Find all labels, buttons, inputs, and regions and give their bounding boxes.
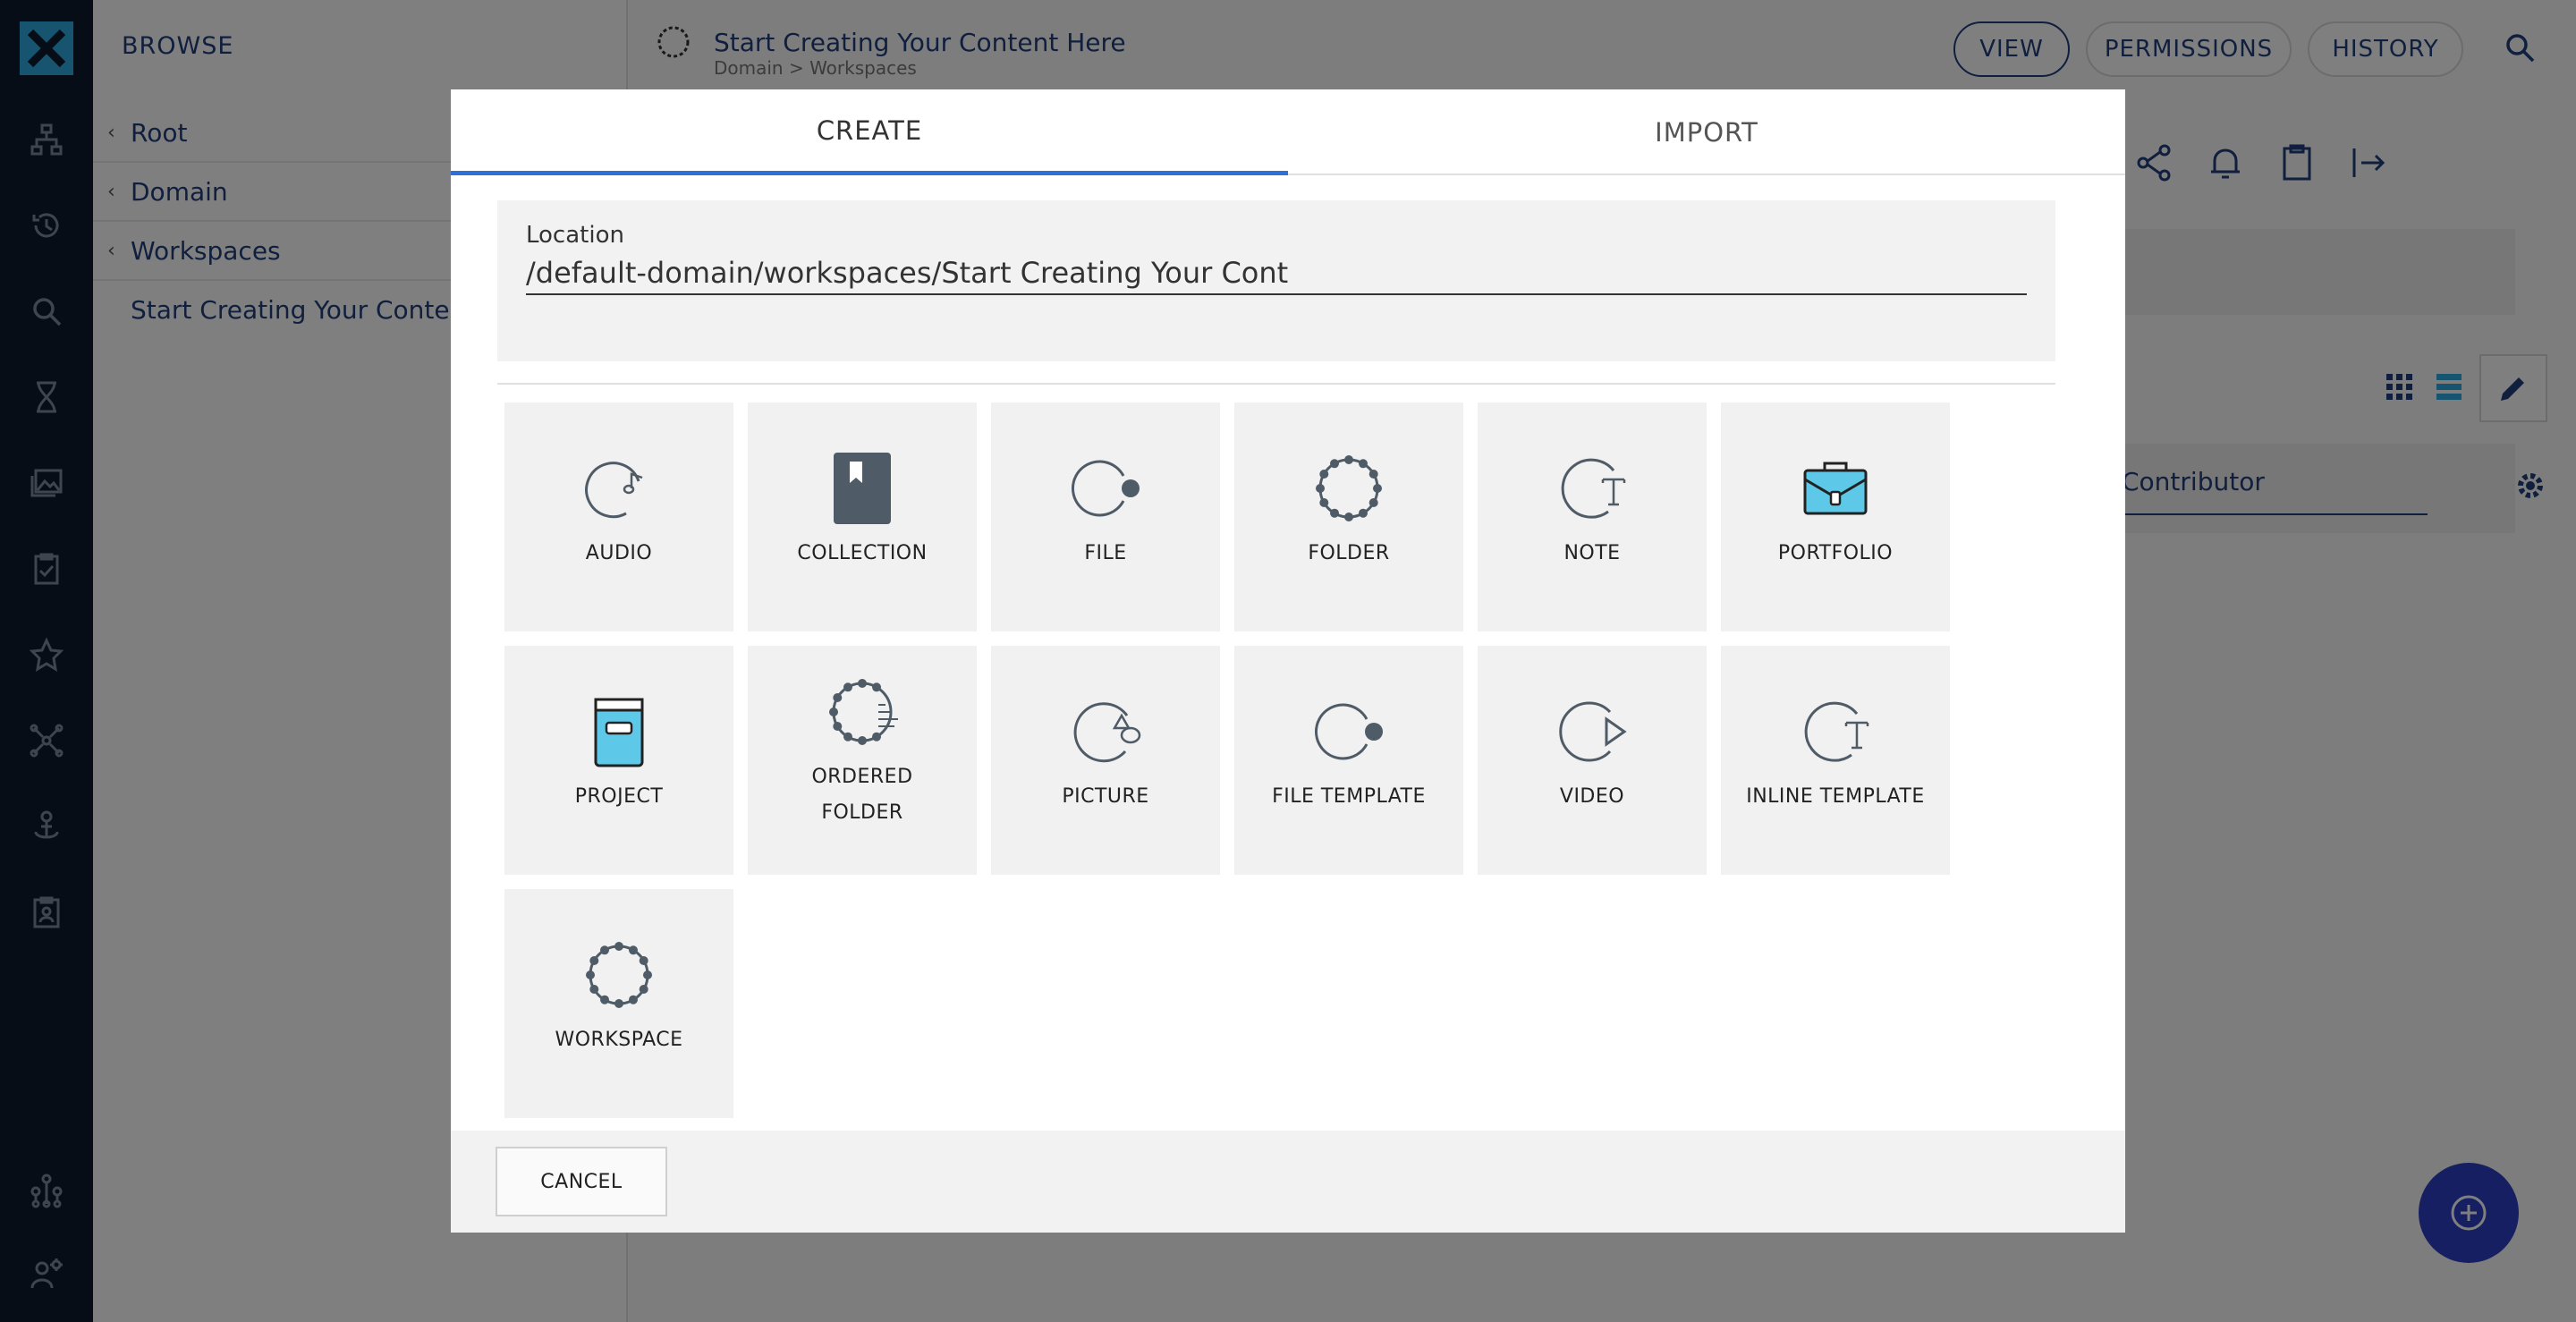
doc-type-portfolio[interactable]: PORTFOLIO bbox=[1721, 403, 1950, 631]
divider bbox=[497, 383, 2055, 385]
doc-type-label: PROJECT bbox=[574, 785, 664, 808]
doc-type-label: INLINE TEMPLATE bbox=[1746, 785, 1925, 808]
doc-type-collection[interactable]: COLLECTION bbox=[748, 403, 977, 631]
picture-icon bbox=[1073, 702, 1141, 763]
doc-type-label: FILE TEMPLATE bbox=[1272, 785, 1426, 808]
location-field: Location /default-domain/workspaces/Star… bbox=[497, 200, 2055, 361]
doc-type-label: WORKSPACE bbox=[555, 1029, 683, 1051]
tab-import[interactable]: IMPORT bbox=[1288, 89, 2125, 175]
collection-icon bbox=[834, 453, 891, 524]
doc-type-video[interactable]: VIDEO bbox=[1478, 646, 1707, 875]
doc-type-label: PICTURE bbox=[1062, 785, 1149, 808]
doc-type-workspace[interactable]: WORKSPACE bbox=[504, 889, 733, 1118]
doc-type-label: AUDIO bbox=[585, 542, 653, 564]
doc-type-note[interactable]: NOTE bbox=[1478, 403, 1707, 631]
file-template-icon bbox=[1315, 703, 1383, 760]
project-icon bbox=[594, 698, 644, 767]
folder-icon bbox=[1316, 455, 1382, 521]
ordered-folder-icon bbox=[829, 679, 898, 745]
note-icon bbox=[1561, 458, 1626, 519]
doc-type-file-template[interactable]: FILE TEMPLATE bbox=[1234, 646, 1463, 875]
doc-type-project[interactable]: PROJECT bbox=[504, 646, 733, 875]
location-input[interactable]: /default-domain/workspaces/Start Creatin… bbox=[526, 252, 2027, 295]
doc-type-picture[interactable]: PICTURE bbox=[991, 646, 1220, 875]
tab-create[interactable]: CREATE bbox=[451, 89, 1288, 175]
file-icon bbox=[1072, 460, 1140, 517]
doc-type-label: FILE bbox=[1084, 542, 1127, 564]
cancel-button[interactable]: CANCEL bbox=[496, 1147, 667, 1216]
video-icon bbox=[1559, 701, 1627, 762]
doc-type-label: VIDEO bbox=[1559, 785, 1625, 808]
location-label: Location bbox=[526, 222, 624, 249]
doc-type-audio[interactable]: AUDIO bbox=[504, 403, 733, 631]
doc-type-file[interactable]: FILE bbox=[991, 403, 1220, 631]
dialog-tabs: CREATE IMPORT bbox=[451, 89, 2125, 175]
doc-type-inline-template[interactable]: INLINE TEMPLATE bbox=[1721, 646, 1950, 875]
doc-type-label: COLLECTION bbox=[797, 542, 928, 564]
doc-type-ordered-folder[interactable]: ORDERED FOLDER bbox=[748, 646, 977, 875]
inline-template-icon bbox=[1804, 701, 1869, 762]
doc-type-folder[interactable]: FOLDER bbox=[1234, 403, 1463, 631]
workspace-icon bbox=[586, 942, 652, 1008]
doc-type-label-line2: FOLDER bbox=[821, 801, 903, 824]
audio-icon bbox=[585, 462, 643, 519]
portfolio-icon bbox=[1803, 462, 1868, 515]
create-document-dialog: CREATE IMPORT Location /default-domain/w… bbox=[451, 89, 2125, 1233]
doc-type-label: PORTFOLIO bbox=[1777, 542, 1894, 564]
doc-type-label: FOLDER bbox=[1308, 542, 1390, 564]
doc-type-label-line1: ORDERED bbox=[811, 766, 913, 788]
dialog-footer: CANCEL bbox=[451, 1131, 2125, 1233]
doc-type-label: NOTE bbox=[1563, 542, 1621, 564]
